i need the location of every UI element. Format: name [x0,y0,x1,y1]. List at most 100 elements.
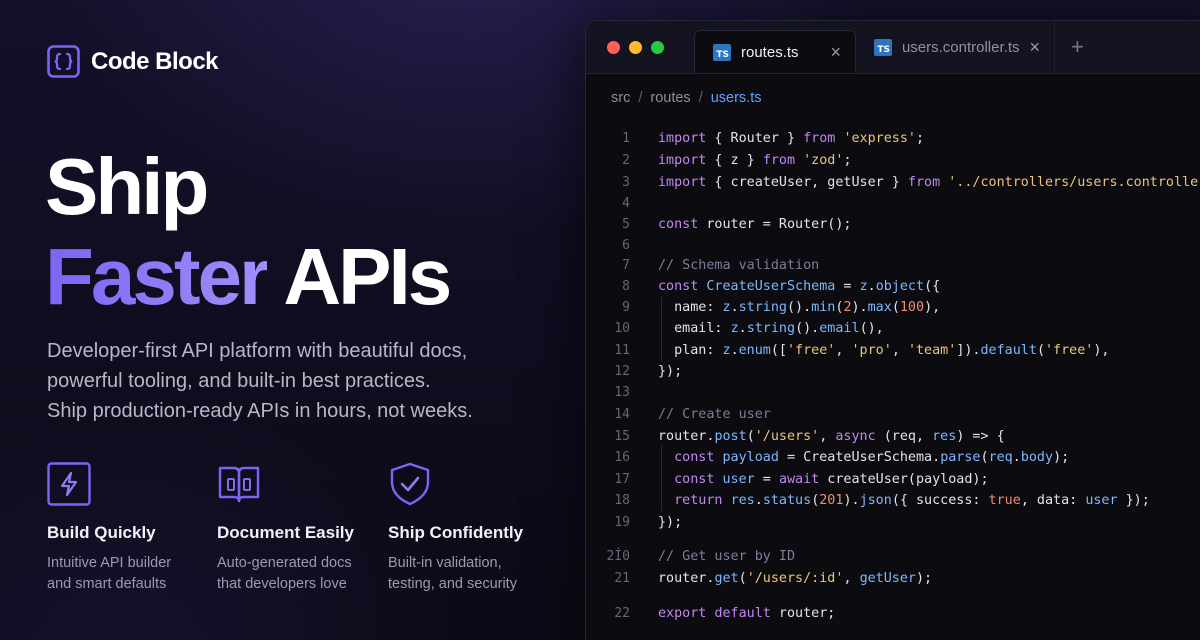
maximize-window-button[interactable] [651,40,664,54]
code-token: 201 [819,492,844,508]
line-number: 3 [622,174,630,190]
code-line: 2İ0 // Get user by ID [586,546,796,566]
close-icon[interactable]: × [830,43,841,61]
breadcrumb: src / routes / users.ts [586,74,1200,122]
breadcrumb-item[interactable]: routes [650,90,690,106]
new-tab-plus-icon[interactable]: + [1055,21,1084,73]
code-token: = CreateUserSchema. [778,449,941,465]
code-token: post [714,428,747,444]
code-line: 19}); [586,512,682,532]
hero-headline: Ship Faster APIs [45,142,452,322]
code-token: '../controllers/users.controller' [948,174,1200,190]
code-token: , [819,428,836,444]
line-number: 12 [614,363,630,379]
headline-accent: Faster [45,232,270,321]
code-line: 8 const CreateUserSchema = z.object({ [586,276,940,296]
open-book-icon [218,466,260,503]
line-number: 22 [614,605,630,621]
code-token: 'pro' [851,342,892,358]
code-token: ). [843,492,860,508]
tab-routes-ts[interactable]: TS routes.ts × [694,30,856,73]
line-number: 2 [622,152,630,168]
breadcrumb-separator: / [638,90,643,106]
code-text: import { createUser, getUser } from '../… [630,175,1200,190]
code-line: 2 import { z } from 'zod'; [586,150,852,170]
subcopy-line: powerful tooling, and built-in best prac… [47,370,431,392]
code-line: 4 [586,193,658,213]
close-window-button[interactable] [607,40,620,54]
code-token: ({ success: [891,492,989,508]
hero-subcopy: Developer-first API platform with beauti… [47,336,517,426]
code-token: ]). [956,342,981,358]
feature-document-easily: Document Easily Auto-generated docs that … [217,462,397,595]
code-text: // Create user [630,407,771,422]
breadcrumb-item[interactable]: src [611,90,630,106]
code-token: from [762,152,796,168]
line-number: 5 [622,216,630,232]
shield-check-icon [390,462,430,506]
line-number: 1 [622,130,630,146]
code-token: = [754,471,779,487]
code-text: name: z.string().min(2).max(100), [630,300,940,315]
code-text: return res.status(201).json({ success: t… [630,493,1150,508]
feature-desc: Auto-generated docs that developers love [217,555,352,592]
editor-titlebar: TS routes.ts × TS users.controller.ts × … [586,21,1200,74]
code-token: , [835,342,852,358]
code-line: 13 [586,382,658,402]
code-token: }); [658,514,683,530]
code-text: // Get user by ID [630,549,795,564]
code-token: object [875,278,925,294]
line-number: 4 [622,195,630,211]
brand[interactable]: Code Block [47,45,219,78]
code-text: }); [630,364,682,379]
code-token: default [714,605,771,621]
code-token: import [658,152,707,168]
code-token: , data: [1020,492,1086,508]
code-line: 1 import { Router } from 'express'; [586,128,924,148]
code-token: router. [658,428,715,444]
code-token: }); [1117,492,1150,508]
subcopy-line: Developer-first API platform with beauti… [47,340,468,362]
minimize-window-button[interactable] [629,40,642,54]
code-token: ; [843,152,852,168]
code-token: router = Router(); [698,216,852,232]
line-number: 18 [614,492,630,508]
code-token: = [835,278,860,294]
line-number: 10 [614,320,630,336]
code-token: '/users' [754,428,820,444]
code-token: default [980,342,1037,358]
feature-desc: Intuitive API builder and smart defaults [47,555,172,592]
breadcrumb-current[interactable]: users.ts [711,90,762,106]
feature-title: Document Easily [217,523,354,542]
code-line: 12}); [586,361,682,381]
code-token: ( [980,449,989,465]
code-text: router.get('/users/:id', getUser); [630,571,932,586]
code-line: 3 import { createUser, getUser } from '..… [586,172,1200,192]
code-token: ) => { [956,428,1005,444]
code-token: ; [916,130,925,146]
code-token: 'zod' [803,152,844,168]
code-token: max [867,299,892,315]
typescript-file-icon: TS [874,38,892,56]
code-token: . [754,492,763,508]
code-token: ( [1036,342,1045,358]
line-number: 11 [614,342,630,358]
code-token: true [988,492,1021,508]
code-token: z [859,278,868,294]
typescript-file-icon: TS [713,43,731,61]
close-icon[interactable]: × [1029,38,1040,56]
code-line: 11 plan: z.enum(['free', 'pro', 'team'])… [586,340,1109,360]
lightning-bolt-icon [47,462,91,506]
feature-build-quickly: Build Quickly Intuitive API builder and s… [47,462,227,595]
code-token: name: [658,299,723,315]
code-token: router. [658,570,715,586]
code-token: body [1020,449,1054,465]
tab-users-controller-ts[interactable]: TS users.controller.ts × [856,21,1055,73]
feature-title: Ship Confidently [388,523,524,542]
code-token: enum [738,342,771,358]
code-line: 16 const payload = CreateUserSchema.pars… [586,447,1069,467]
code-line: 10 email: z.string().email(), [586,318,883,338]
